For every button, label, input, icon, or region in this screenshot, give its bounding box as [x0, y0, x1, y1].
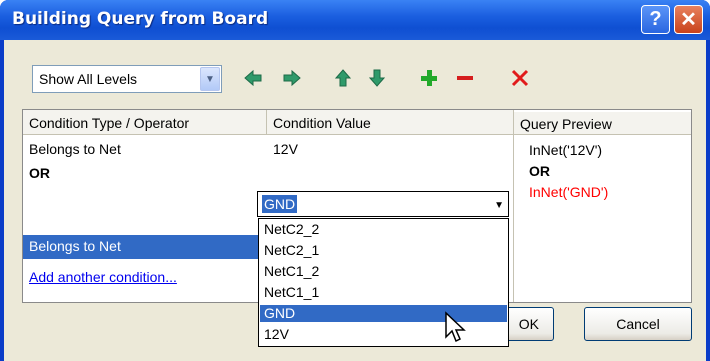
dialog-window: Building Query from Board ? ✕ Show All L…: [0, 0, 710, 361]
move-up-icon[interactable]: [332, 67, 354, 89]
move-left-icon[interactable]: [242, 67, 264, 89]
combo-current-value: GND: [262, 195, 298, 213]
row-1-type[interactable]: Belongs to Net: [29, 141, 121, 157]
add-icon[interactable]: [418, 67, 440, 89]
header-condition-value[interactable]: Condition Value: [267, 110, 513, 135]
header-query-preview[interactable]: Query Preview: [514, 112, 691, 135]
preview-line-3: InNet('GND'): [529, 184, 609, 200]
query-preview-panel: [514, 135, 691, 302]
add-condition-link[interactable]: Add another condition...: [29, 269, 177, 285]
level-select-value: Show All Levels: [39, 71, 138, 87]
header-condition-type[interactable]: Condition Type / Operator: [23, 110, 266, 135]
preview-line-1: InNet('12V'): [529, 142, 603, 158]
row-2-operator[interactable]: OR: [29, 165, 50, 181]
level-select[interactable]: Show All Levels ▼: [32, 65, 222, 93]
move-right-icon[interactable]: [281, 67, 303, 89]
preview-line-2: OR: [529, 163, 550, 179]
mouse-cursor-icon: [444, 311, 466, 343]
cancel-button[interactable]: Cancel: [584, 307, 692, 341]
dropdown-option[interactable]: NetC2_1: [260, 242, 507, 259]
dropdown-option[interactable]: NetC2_2: [260, 221, 507, 238]
value-dropdown-list[interactable]: NetC2_2 NetC2_1 NetC1_2 NetC1_1 GND 12V: [258, 218, 509, 347]
dropdown-option-selected[interactable]: GND: [260, 305, 507, 322]
close-button[interactable]: ✕: [674, 5, 703, 34]
remove-icon[interactable]: [454, 67, 476, 89]
condition-value-combo[interactable]: GND ▼: [257, 191, 509, 217]
chevron-down-icon[interactable]: ▼: [200, 67, 220, 91]
delete-icon[interactable]: [509, 67, 531, 89]
row-3-type[interactable]: Belongs to Net: [29, 238, 121, 254]
title-bar[interactable]: Building Query from Board ? ✕: [0, 0, 710, 40]
window-title: Building Query from Board: [12, 9, 269, 29]
dropdown-option[interactable]: NetC1_1: [260, 284, 507, 301]
move-down-icon[interactable]: [366, 67, 388, 89]
chevron-down-icon[interactable]: ▼: [494, 200, 504, 211]
dropdown-option[interactable]: NetC1_2: [260, 263, 507, 280]
row-1-value[interactable]: 12V: [273, 141, 298, 157]
dropdown-option[interactable]: 12V: [260, 326, 507, 343]
help-button[interactable]: ?: [641, 5, 670, 34]
